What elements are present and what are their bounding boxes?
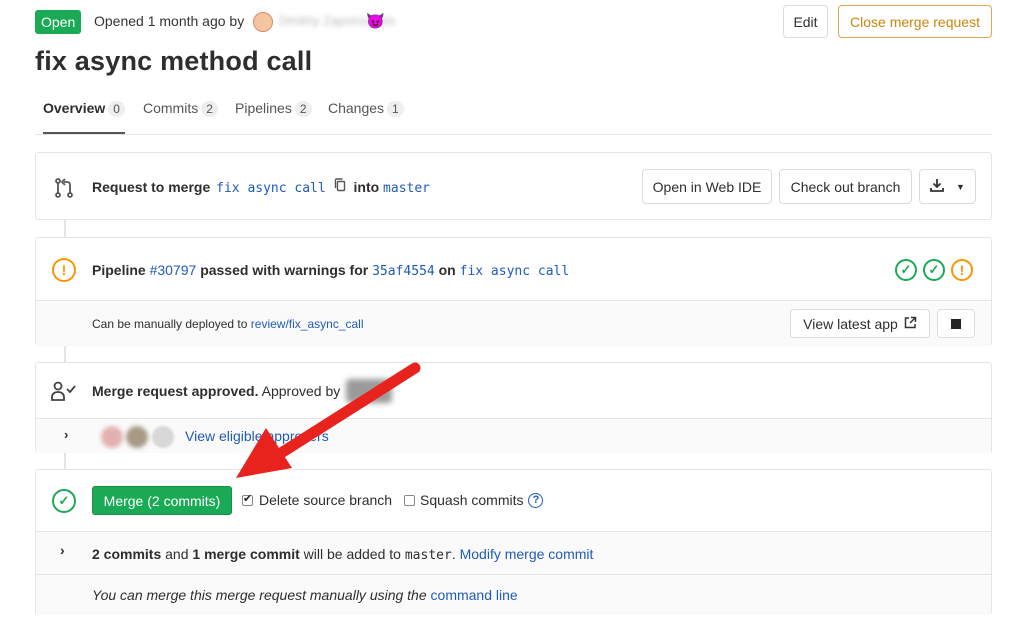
view-eligible-approvers-link[interactable]: View eligible approvers (185, 428, 329, 444)
edit-button[interactable]: Edit (783, 5, 828, 38)
manual-merge-label: You can merge this merge request manuall… (92, 587, 427, 603)
tab-label: Pipelines (235, 100, 292, 116)
request-label: Request to merge (92, 179, 211, 195)
commit-sha-link[interactable]: 35af4554 (372, 264, 435, 279)
warning-status-icon: ! (52, 258, 76, 282)
page-title: fix async method call (35, 46, 313, 76)
deploy-text: Can be manually deployed to review/fix_a… (92, 317, 364, 331)
timeline-connector (64, 345, 66, 363)
pipeline-label: Pipeline (92, 262, 146, 278)
approver-avatar[interactable] (126, 426, 148, 448)
approved-by-label: Approved by (261, 383, 341, 399)
pipeline-stages: ✓ ✓ ! (895, 259, 973, 281)
download-dropdown-button[interactable]: ▼ (919, 169, 976, 204)
tab-pipelines[interactable]: Pipelines 2 (235, 100, 312, 134)
into-label: into (353, 179, 380, 195)
approval-box: Merge request approved. Approved by › Vi… (35, 362, 992, 453)
deployment-section: Can be manually deployed to review/fix_a… (36, 300, 991, 346)
request-to-merge-text: Request to merge fix async call into mas… (92, 178, 430, 196)
deploy-env-link[interactable]: review/fix_async_call (251, 317, 364, 331)
check-circle-icon: ✓ (52, 489, 76, 513)
view-latest-app-label: View latest app (803, 315, 898, 332)
timeline-connector (64, 452, 66, 470)
chevron-right-icon[interactable]: › (60, 542, 65, 558)
opened-text: Opened 1 month ago by (94, 13, 245, 29)
delete-source-checkbox[interactable] (242, 492, 253, 506)
commits-count: 2 commits (92, 546, 162, 562)
target-branch-name: master (404, 548, 452, 563)
squash-commits-label: Squash commits (420, 492, 524, 508)
tab-count: 0 (108, 101, 125, 117)
tab-label: Changes (328, 100, 385, 116)
and-text: and (165, 546, 189, 562)
tab-count: 2 (294, 101, 312, 117)
merge-details-section: › 2 commits and 1 merge commit will be a… (36, 531, 991, 615)
pipeline-box: ! Pipeline #30797 passed with warnings f… (35, 237, 992, 346)
command-line-link[interactable]: command line (431, 587, 518, 603)
commits-summary: 2 commits and 1 merge commit will be add… (92, 546, 593, 563)
tab-commits[interactable]: Commits 2 (143, 100, 218, 134)
approver-avatar[interactable] (346, 379, 392, 403)
deploy-label: Can be manually deployed to (92, 317, 248, 331)
pipeline-branch-link[interactable]: fix async call (460, 264, 570, 279)
merge-request-icon (51, 175, 77, 201)
stop-icon (951, 318, 961, 329)
tab-overview[interactable]: Overview 0 (43, 100, 125, 134)
check-out-branch-button[interactable]: Check out branch (779, 169, 912, 204)
status-badge: Open (35, 10, 82, 34)
pipeline-id-link[interactable]: #30797 (150, 262, 197, 278)
period: . (451, 546, 456, 562)
manual-merge-text: You can merge this merge request manuall… (92, 587, 518, 603)
tab-label: Commits (143, 100, 199, 116)
tab-count: 2 (201, 101, 218, 117)
mr-header: Open Opened 1 month ago by Dmitriy Zapor… (35, 5, 992, 38)
approver-avatar[interactable] (101, 426, 123, 448)
view-latest-app-button[interactable]: View latest app (790, 309, 930, 338)
stage-passed-icon[interactable]: ✓ (923, 259, 945, 281)
merge-commit-count: 1 merge commit (192, 546, 300, 562)
pipeline-status-text: Pipeline #30797 passed with warnings for… (92, 262, 569, 279)
help-icon[interactable]: ? (528, 492, 544, 508)
tab-label: Overview (43, 100, 106, 116)
added-to-text: will be added to (303, 546, 401, 562)
download-icon (930, 178, 944, 195)
open-web-ide-button[interactable]: Open in Web IDE (642, 169, 772, 204)
stage-passed-icon[interactable]: ✓ (895, 259, 917, 281)
source-branch-link[interactable]: fix async call (216, 181, 326, 196)
tab-count: 1 (387, 101, 404, 117)
modify-merge-commit-link[interactable]: Modify merge commit (460, 546, 594, 562)
delete-source-label: Delete source branch (259, 492, 393, 508)
devil-emoji-icon: 😈 (366, 13, 385, 30)
chevron-right-icon[interactable]: › (64, 427, 68, 442)
delete-source-branch-option[interactable]: Delete source branch (242, 492, 392, 508)
approval-status-text: Merge request approved. Approved by (92, 383, 340, 399)
target-branch-link[interactable]: master (383, 181, 430, 196)
approvers-section: › View eligible approvers (36, 418, 991, 453)
copy-branch-icon[interactable] (334, 178, 346, 195)
stop-environment-button[interactable] (937, 309, 975, 338)
external-link-icon (904, 316, 917, 332)
request-to-merge-box: Request to merge fix async call into mas… (35, 152, 992, 220)
squash-commits-checkbox[interactable] (404, 494, 415, 506)
stage-warning-icon[interactable]: ! (951, 259, 973, 281)
approval-user-check-icon (50, 380, 78, 402)
timeline-connector (64, 220, 66, 238)
squash-commits-option[interactable]: Squash commits ? (404, 492, 544, 508)
tab-changes[interactable]: Changes 1 (328, 100, 404, 134)
author-avatar[interactable] (253, 12, 273, 32)
divider (36, 574, 991, 575)
pipeline-status: passed with warnings for (200, 262, 369, 278)
close-merge-request-button[interactable]: Close merge request (838, 5, 992, 38)
merge-box: ✓ Merge (2 commits) Delete source branch… (35, 469, 992, 615)
tab-bar: Overview 0 Commits 2 Pipelines 2 Changes 1 (35, 92, 992, 135)
approver-avatar[interactable] (152, 426, 174, 448)
on-label: on (438, 262, 456, 278)
merge-button[interactable]: Merge (2 commits) (92, 486, 232, 515)
approved-label: Merge request approved. (92, 383, 259, 399)
chevron-down-icon: ▼ (956, 181, 965, 192)
